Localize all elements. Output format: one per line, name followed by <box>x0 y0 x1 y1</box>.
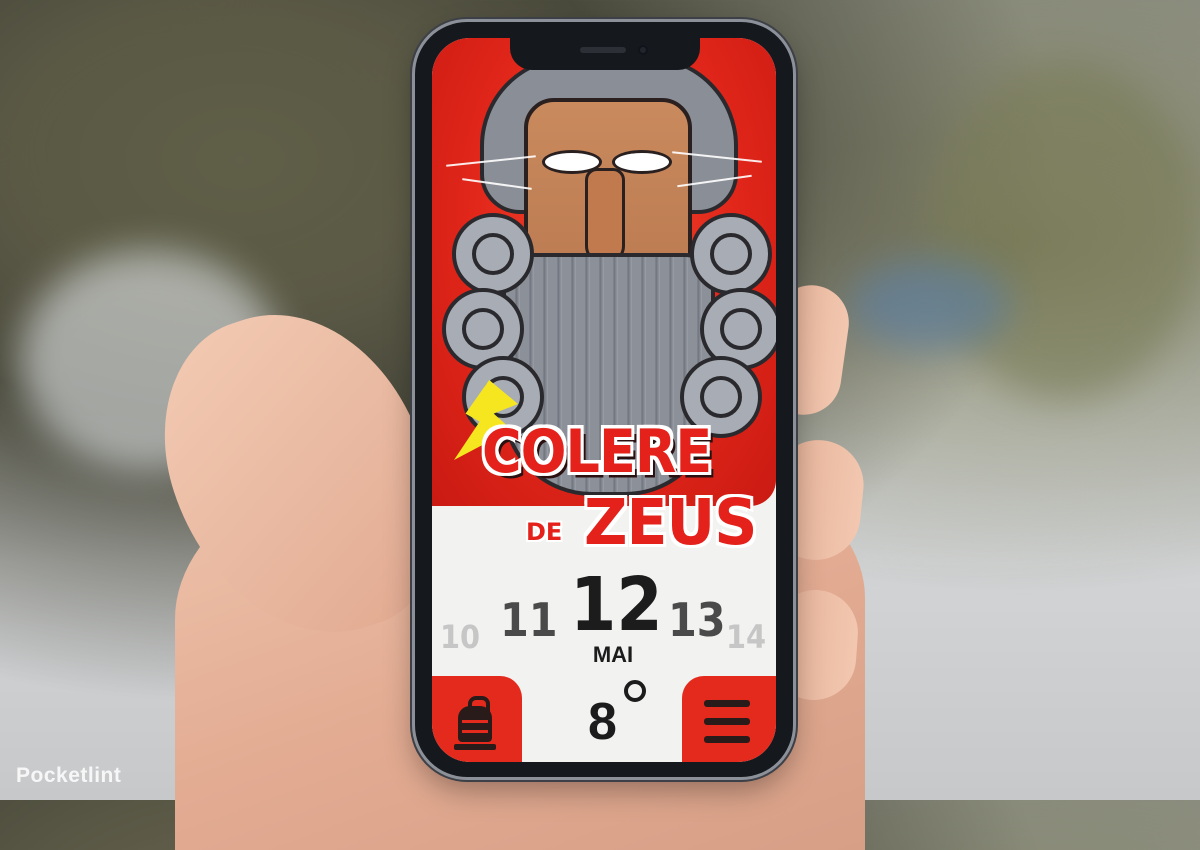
day-option[interactable]: 14 <box>726 618 766 656</box>
beard-curl <box>452 213 534 295</box>
beard-curl <box>690 213 772 295</box>
bell-icon-base <box>454 744 496 750</box>
phone-screen: COLERE DE ZEUS 10 11 12 13 14 MAI 8 <box>432 38 776 762</box>
day-selected[interactable]: 12 <box>570 562 663 648</box>
title-de: DE <box>526 518 563 546</box>
title-zeus: ZEUS <box>584 486 757 560</box>
menu-icon <box>704 700 750 707</box>
month-label: MAI <box>592 642 634 667</box>
zeus-nose <box>585 168 625 264</box>
front-camera <box>638 45 648 55</box>
phone-notch <box>510 38 700 70</box>
day-option[interactable]: 11 <box>500 593 558 647</box>
menu-icon <box>704 736 750 743</box>
menu-icon <box>704 718 750 725</box>
title-colere: COLERE <box>482 416 712 487</box>
day-option[interactable]: 13 <box>668 593 726 647</box>
bell-icon-stripe <box>462 730 488 733</box>
menu-button[interactable] <box>682 676 776 762</box>
day-option[interactable]: 10 <box>440 618 480 656</box>
bell-icon <box>458 706 492 742</box>
watermark-logo: Pocketlint <box>16 764 122 787</box>
degree-symbol <box>624 680 646 702</box>
bell-icon-stripe <box>462 720 488 723</box>
speaker-grille <box>580 47 626 53</box>
background-tree-right <box>930 60 1200 400</box>
temperature-value: 8 <box>588 693 617 751</box>
background-car <box>850 260 1010 350</box>
background-tree <box>0 0 420 300</box>
notification-button[interactable] <box>432 676 522 762</box>
